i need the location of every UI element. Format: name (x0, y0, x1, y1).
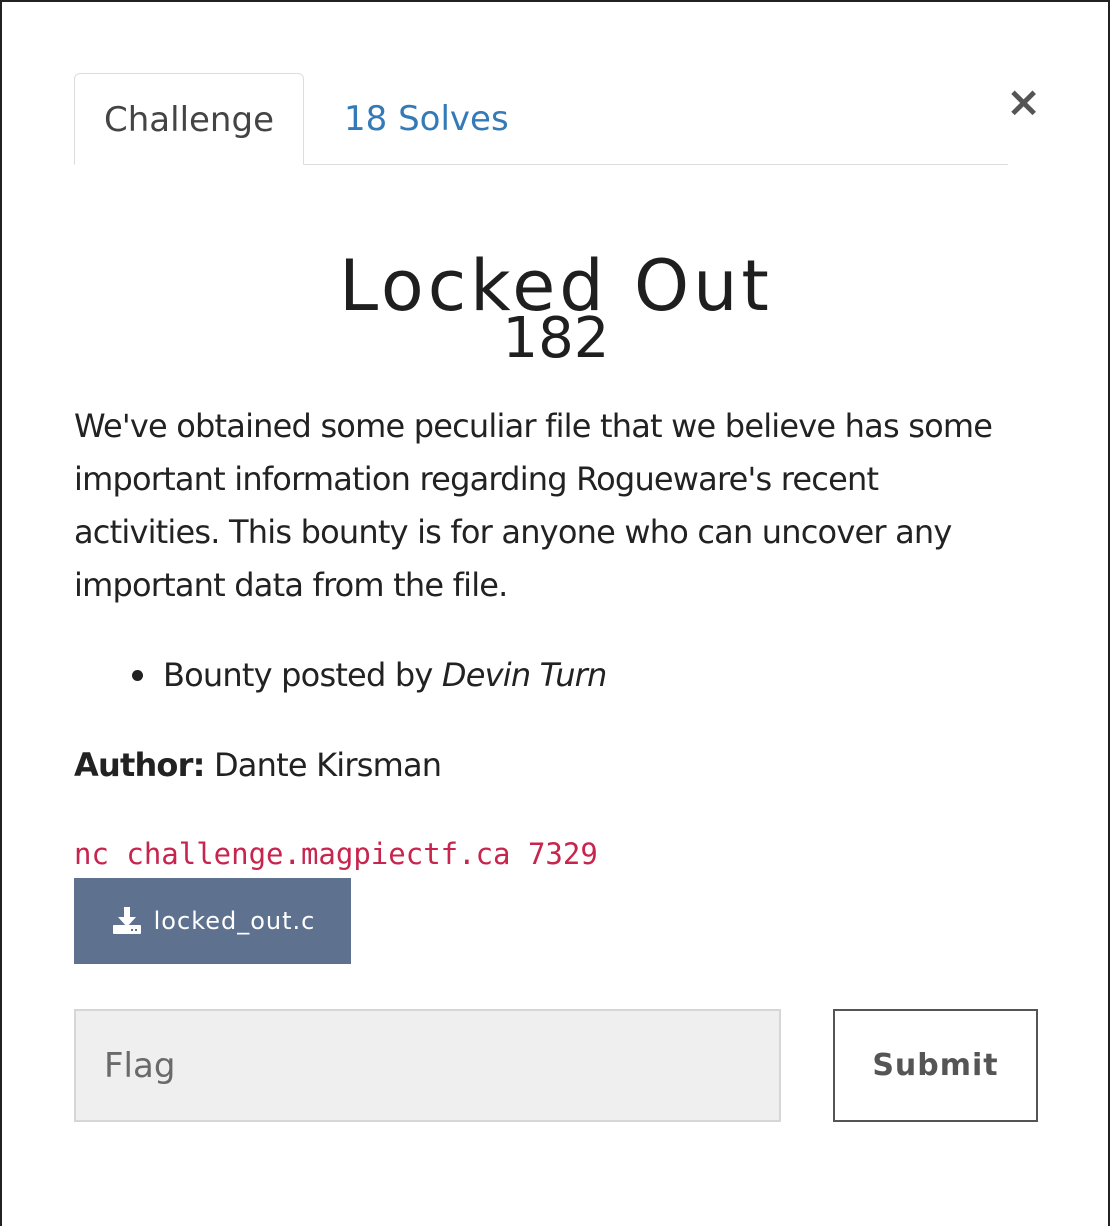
flag-input[interactable] (74, 1009, 781, 1122)
bounty-list: Bounty posted by Devin Turn (74, 648, 974, 702)
challenge-points: 182 (502, 306, 610, 371)
bounty-prefix: Bounty posted by (163, 656, 433, 694)
bullet-icon (132, 670, 143, 681)
challenge-description: We've obtained some peculiar file that w… (74, 407, 993, 604)
author-name: Dante Kirsman (213, 746, 442, 784)
download-file-label: locked_out.c (153, 907, 316, 935)
close-icon[interactable]: × (1006, 81, 1041, 123)
tab-solves[interactable]: 18 Solves (308, 73, 545, 165)
download-file-button[interactable]: locked_out.c (74, 878, 351, 964)
author-line: Author: Dante Kirsman (74, 738, 442, 792)
tab-bar: Challenge 18 Solves (74, 73, 1008, 165)
connection-command: nc challenge.magpiectf.ca 7329 (74, 837, 598, 871)
list-item: Bounty posted by Devin Turn (74, 648, 974, 702)
tab-challenge[interactable]: Challenge (74, 73, 304, 165)
download-icon (110, 904, 144, 938)
submit-button[interactable]: Submit (833, 1009, 1038, 1122)
author-label: Author: (74, 746, 205, 784)
bounty-author: Devin Turn (441, 656, 607, 694)
